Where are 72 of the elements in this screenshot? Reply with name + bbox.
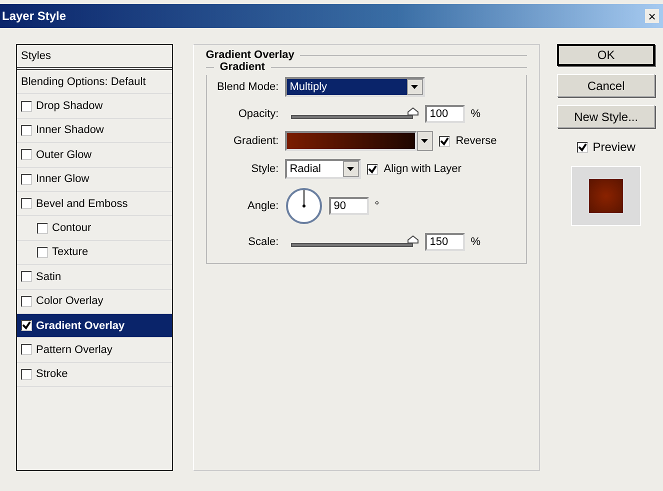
style-list-item[interactable]: Bevel and Emboss <box>17 192 172 216</box>
effect-label: Color Overlay <box>36 295 104 308</box>
dialog-button[interactable]: New Style... <box>557 105 655 128</box>
effect-checkbox[interactable] <box>37 222 48 234</box>
section-title: Gradient Overlay <box>206 49 294 61</box>
unit-label: % <box>470 108 481 120</box>
effect-label: Inner Glow <box>36 173 90 186</box>
effect-checkbox[interactable] <box>21 124 32 136</box>
effect-checkbox[interactable] <box>21 174 32 185</box>
effect-label: Pattern Overlay <box>36 344 112 356</box>
effect-checkbox[interactable] <box>21 320 32 332</box>
effect-label: Drop Shadow <box>36 100 103 112</box>
effect-label: Contour <box>52 222 92 234</box>
dropdown-arrow-icon <box>347 167 354 171</box>
style-dropdown[interactable]: Radial <box>284 159 361 179</box>
preview-checkbox[interactable] <box>576 142 588 152</box>
angle-dial[interactable] <box>284 187 323 225</box>
effect-label: Stroke <box>36 368 68 380</box>
field-label: Style: <box>250 163 279 175</box>
field-label: Gradient: <box>232 135 279 147</box>
style-list-item[interactable]: Drop Shadow <box>17 94 172 119</box>
style-list-item[interactable]: Texture <box>17 240 172 266</box>
effect-checkbox[interactable] <box>21 198 32 210</box>
style-list-item[interactable]: Satin <box>17 265 172 290</box>
field-label: Scale: <box>247 236 279 248</box>
preview-swatch <box>589 179 624 213</box>
effect-label: Gradient Overlay <box>36 320 125 332</box>
dropdown-arrow-icon <box>421 139 428 143</box>
style-list-item[interactable]: Outer Glow <box>17 143 172 168</box>
close-button[interactable]: × <box>645 9 659 23</box>
effect-checkbox[interactable] <box>37 246 48 258</box>
effect-label: Bevel and Emboss <box>36 198 128 210</box>
group-title: Gradient <box>220 61 265 73</box>
dialog-button[interactable]: OK <box>557 44 655 66</box>
slider-thumb-icon[interactable] <box>406 107 419 116</box>
window-title: Layer Style <box>2 9 66 23</box>
unit-label: ° <box>374 200 380 212</box>
style-list-item[interactable]: Contour <box>17 216 172 241</box>
style-list-item[interactable]: Pattern Overlay <box>17 338 172 363</box>
effect-checkbox[interactable] <box>21 368 32 380</box>
effect-checkbox[interactable] <box>21 344 32 356</box>
style-list-item[interactable]: Inner Shadow <box>17 118 172 144</box>
field-label: Opacity: <box>237 108 279 120</box>
effect-checkbox[interactable] <box>21 271 32 282</box>
angle-input[interactable]: 90 <box>328 197 369 215</box>
checkbox-label: Preview <box>592 140 636 154</box>
effect-checkbox[interactable] <box>21 100 32 112</box>
effect-label: Outer Glow <box>36 148 92 161</box>
field-label: Angle: <box>246 200 279 212</box>
dialog-button[interactable]: Cancel <box>557 74 655 97</box>
reverse-checkbox[interactable] <box>438 136 450 146</box>
gradient-swatch[interactable] <box>284 131 417 151</box>
slider-thumb-icon[interactable] <box>406 235 419 244</box>
effect-checkbox[interactable] <box>21 296 32 307</box>
field-label: Blend Mode: <box>216 81 279 93</box>
effect-checkbox[interactable] <box>21 149 32 160</box>
style-list-item[interactable]: Blending Options: Default <box>17 70 172 94</box>
effect-label: Inner Shadow <box>36 124 104 136</box>
style-list-item[interactable]: Stroke <box>17 362 172 388</box>
style-list-item[interactable]: Gradient Overlay <box>17 314 172 338</box>
dropdown-arrow-icon <box>411 85 418 89</box>
styles-header[interactable]: Styles <box>17 45 172 70</box>
style-list-item[interactable]: Inner Glow <box>17 168 172 192</box>
opacity-input[interactable]: 100 <box>424 105 465 123</box>
unit-label: % <box>470 236 481 248</box>
checkbox-label: Align with Layer <box>384 163 462 175</box>
effect-label: Texture <box>52 246 88 258</box>
align-checkbox[interactable] <box>366 164 378 174</box>
checkbox-label: Reverse <box>456 135 497 147</box>
blend-mode-dropdown[interactable]: Multiply <box>284 77 425 97</box>
scale-input[interactable]: 150 <box>424 233 465 251</box>
effect-label: Satin <box>36 270 62 283</box>
